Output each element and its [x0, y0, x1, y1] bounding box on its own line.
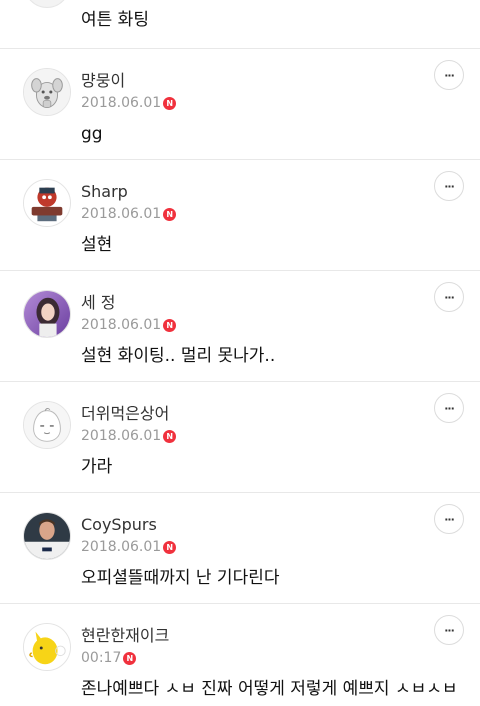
comment-item: 현란한재이크 00:17 N 존나예쁘다 ㅅㅂ 진짜 어떻게 저렇게 예쁘지 ㅅ…	[0, 604, 480, 706]
more-options-button[interactable]: ···	[434, 393, 464, 423]
comment-item: Sharp 2018.06.01 N 설현 ···	[0, 160, 480, 271]
new-badge: N	[163, 207, 177, 221]
comment-text: 오피셜뜰때까지 난 기다린다	[81, 568, 280, 588]
comment-author[interactable]: Sharp	[81, 182, 128, 202]
comment-date: 2018.06.01	[81, 206, 162, 222]
new-badge: N	[163, 318, 177, 332]
comment-list: 여튼 화팅 먕뭉이 2018.06.01 N gg ··· Sharp 2018…	[0, 0, 480, 706]
new-badge: N	[123, 651, 137, 665]
avatar[interactable]	[23, 623, 71, 671]
comment-author[interactable]: CoySpurs	[81, 515, 157, 535]
yellow-duck-icon	[24, 624, 70, 670]
comment-item: 먕뭉이 2018.06.01 N gg ···	[0, 49, 480, 160]
avatar[interactable]	[23, 179, 71, 227]
comment-item: CoySpurs 2018.06.01 N 오피셜뜰때까지 난 기다린다 ···	[0, 493, 480, 604]
more-options-button[interactable]: ···	[434, 60, 464, 90]
sharp-logo-icon	[24, 180, 70, 226]
new-badge: N	[163, 540, 177, 554]
comment-text: 존나예쁘다 ㅅㅂ 진짜 어떻게 저렇게 예쁘지 ㅅㅂㅅㅂ	[81, 679, 458, 699]
comment-text: 여튼 화팅	[81, 10, 149, 30]
dog-character-icon	[24, 69, 70, 115]
comment-author[interactable]: 더위먹은상어	[81, 404, 169, 424]
comment-date: 2018.06.01	[81, 95, 162, 111]
woman-photo-icon	[24, 291, 70, 337]
avatar[interactable]	[23, 401, 71, 449]
comment-date: 00:17	[81, 650, 122, 666]
comment-text: 가라	[81, 457, 113, 477]
more-dots-icon: ···	[444, 512, 455, 526]
comment-item: 더위먹은상어 2018.06.01 N 가라 ···	[0, 382, 480, 493]
comment-item: 세 정 2018.06.01 N 설현 화이팅.. 멀리 못나가.. ···	[0, 271, 480, 382]
new-badge: N	[163, 429, 177, 443]
partial-comment: 여튼 화팅	[0, 0, 480, 49]
more-options-button[interactable]: ···	[434, 504, 464, 534]
more-options-button[interactable]: ···	[434, 615, 464, 645]
more-dots-icon: ···	[444, 401, 455, 415]
comment-author[interactable]: 먕뭉이	[81, 71, 125, 91]
comment-meta: 2018.06.01 N	[81, 316, 177, 334]
comment-author[interactable]: 현란한재이크	[81, 626, 169, 646]
more-options-button[interactable]: ···	[434, 282, 464, 312]
comment-meta: 2018.06.01 N	[81, 94, 177, 112]
new-badge: N	[163, 96, 177, 110]
more-options-button[interactable]: ···	[434, 171, 464, 201]
comment-date: 2018.06.01	[81, 539, 162, 555]
comment-text: 설현 화이팅.. 멀리 못나가..	[81, 346, 276, 366]
avatar	[24, 0, 70, 8]
comment-date: 2018.06.01	[81, 428, 162, 444]
comment-author[interactable]: 세 정	[81, 293, 116, 313]
comment-text: gg	[81, 124, 103, 144]
football-player-icon	[24, 513, 70, 559]
comment-meta: 00:17 N	[81, 649, 137, 667]
more-dots-icon: ···	[444, 290, 455, 304]
more-dots-icon: ···	[444, 68, 455, 82]
avatar[interactable]	[23, 512, 71, 560]
comment-date: 2018.06.01	[81, 317, 162, 333]
comment-meta: 2018.06.01 N	[81, 205, 177, 223]
comment-meta: 2018.06.01 N	[81, 538, 177, 556]
comment-text: 설현	[81, 235, 113, 255]
avatar[interactable]	[23, 290, 71, 338]
more-dots-icon: ···	[444, 179, 455, 193]
more-dots-icon: ···	[444, 623, 455, 637]
comment-meta: 2018.06.01 N	[81, 427, 177, 445]
avatar[interactable]	[23, 68, 71, 116]
egg-character-icon	[24, 402, 70, 448]
